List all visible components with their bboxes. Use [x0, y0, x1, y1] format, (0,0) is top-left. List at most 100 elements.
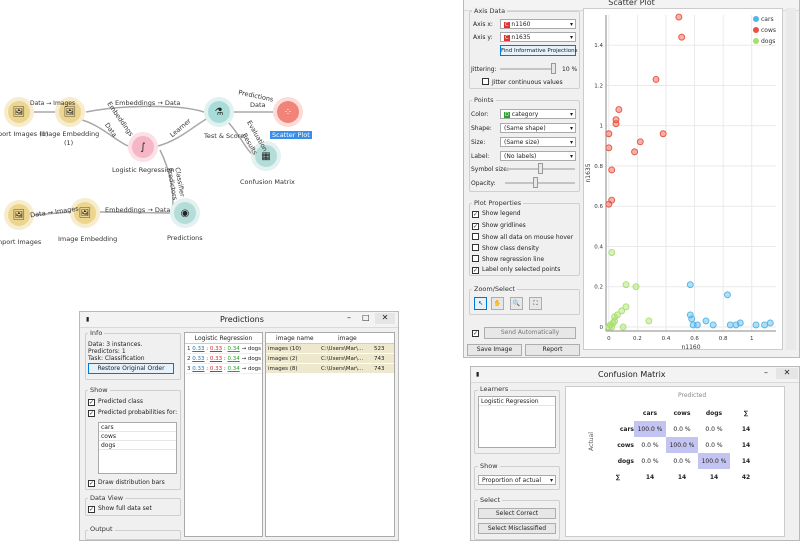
cars-data-point — [702, 317, 710, 325]
predictions-node[interactable]: ◉ — [170, 198, 200, 228]
axis-y-select[interactable]: C n1635 ▾ — [500, 32, 576, 42]
chevron-down-icon: ▾ — [569, 153, 573, 160]
jitter-continuous-checkbox[interactable]: Jitter continuous values — [482, 78, 563, 86]
send-automatically-button[interactable]: Send Automatically — [484, 327, 576, 339]
close-icon[interactable]: ✕ — [375, 313, 395, 324]
total-label: ∑ — [615, 473, 621, 481]
cars-data-point — [709, 321, 717, 329]
shape-select[interactable]: (Same shape) ▾ — [500, 123, 576, 133]
minimize-icon[interactable]: – — [347, 313, 351, 322]
list-item[interactable]: cows — [99, 432, 176, 441]
label-select[interactable]: (No labels) ▾ — [500, 151, 576, 161]
predictions-table[interactable]: Logistic Regression 1 0.33 : 0.33 : 0.34… — [184, 332, 263, 537]
data-table[interactable]: image name image images (10) C:\Users\Mar… — [265, 332, 395, 537]
chevron-down-icon: ▾ — [569, 139, 573, 146]
table-row[interactable]: images (8) C:\Users\Mar\... 743 — [266, 364, 394, 374]
pan-tool-button[interactable]: ✋ — [491, 297, 504, 310]
table-row[interactable]: 1 0.33 : 0.33 : 0.34 → dogs — [185, 344, 262, 354]
zoom-tool-button[interactable]: 🔍 — [510, 297, 523, 310]
close-icon[interactable]: ✕ — [776, 368, 798, 379]
table-cell: 743 — [374, 366, 385, 372]
checkbox-label: Show full data set — [98, 505, 152, 512]
checkbox-box: ✓ — [472, 223, 479, 230]
probability-value: 0.33 — [192, 366, 205, 372]
probability-value: 0.34 — [227, 366, 240, 372]
maximize-icon[interactable]: □ — [362, 313, 370, 322]
dogs-data-point — [608, 249, 616, 256]
matrix-cell: 100.0 % — [634, 421, 666, 437]
find-projections-button[interactable]: Find Informative Projections — [500, 45, 577, 56]
show-legend-checkbox[interactable]: ✓ Show legend — [472, 210, 521, 218]
checkbox-label: Show all data on mouse hover — [482, 234, 574, 241]
folder-image-icon-2: 🖼 — [8, 204, 30, 226]
checkbox-label: Show legend — [482, 210, 521, 217]
opacity-handle[interactable] — [533, 177, 538, 188]
color-label: Color: — [471, 111, 489, 118]
save-image-button[interactable]: Save Image — [467, 344, 522, 356]
table-row[interactable]: images (2) C:\Users\Mar\... 743 — [266, 354, 394, 364]
color-select[interactable]: D category ▾ — [500, 109, 576, 119]
learner-list[interactable]: Logistic Regression — [478, 396, 556, 448]
jitter-slider-handle[interactable] — [551, 63, 556, 74]
group-title: Info — [88, 329, 105, 337]
restore-order-button[interactable]: Restore Original Order — [88, 363, 174, 374]
cows-data-point — [659, 130, 667, 138]
legend-label-cars: cars — [761, 16, 774, 23]
checkbox-label: Show class density — [482, 245, 539, 252]
group-title: Show — [88, 386, 110, 394]
select-tool-button[interactable]: ↖ — [474, 297, 487, 310]
reset-zoom-button[interactable]: ⛶ — [529, 297, 542, 310]
x-tick-label: 0 — [607, 336, 611, 342]
label-selected-checkbox[interactable]: ✓ Label only selected points — [472, 266, 560, 274]
dogs-data-point — [632, 283, 640, 291]
scatter-scrollbar[interactable] — [786, 8, 796, 350]
table-row[interactable]: 3 0.33 : 0.33 : 0.34 → dogs — [185, 364, 262, 374]
logistic-regression-node[interactable]: ∫ — [128, 132, 158, 162]
distribution-bars-checkbox[interactable]: ✓ Draw distribution bars — [88, 479, 165, 487]
label-label: Label: — [471, 153, 490, 160]
row-header: cars — [619, 425, 634, 433]
y-tick-label: 0.6 — [594, 204, 603, 210]
confusion-title: Confusion Matrix — [598, 370, 666, 379]
scatter-plot-area[interactable]: 0 0.2 0.4 0.6 0.8 1 1.2 1.4 0 0.2 0.4 0.6 0.8 1 n1160 n… — [583, 8, 783, 350]
show-all-data-checkbox[interactable]: Show all data on mouse hover — [472, 233, 573, 241]
select-misclassified-button[interactable]: Select Misclassified — [478, 523, 556, 534]
select-correct-button[interactable]: Select Correct — [478, 508, 556, 519]
table-row[interactable]: 2 0.33 : 0.33 : 0.34 → dogs — [185, 354, 262, 364]
symbol-size-handle[interactable] — [538, 163, 543, 174]
checkbox-box: ✓ — [472, 330, 479, 337]
predicted-probs-checkbox[interactable]: ✓ Predicted probabilities for: — [88, 409, 177, 417]
show-gridlines-checkbox[interactable]: ✓ Show gridlines — [472, 222, 526, 230]
column-header[interactable]: image — [338, 333, 357, 344]
test-score-node[interactable]: ⚗ — [204, 97, 234, 127]
predicted-class: dogs — [247, 356, 262, 362]
predicted-class-checkbox[interactable]: ✓ Predicted class — [88, 398, 143, 406]
minimize-icon[interactable]: – — [764, 368, 768, 377]
jitter-slider-track[interactable] — [500, 68, 556, 70]
show-class-density-checkbox[interactable]: Show class density — [472, 244, 539, 252]
info-task: Task: Classification — [88, 355, 145, 362]
table-row[interactable]: images (10) C:\Users\Mar\... 523 — [266, 344, 394, 354]
column-header[interactable]: Logistic Regression — [185, 333, 262, 344]
list-item[interactable]: cars — [99, 423, 176, 432]
show-regression-line-checkbox[interactable]: Show regression line — [472, 255, 544, 263]
app-icon: ▮ — [86, 316, 90, 323]
list-item[interactable]: Logistic Regression — [479, 397, 555, 406]
scatter-plot-node[interactable]: ⁘ — [273, 97, 303, 127]
group-title: Zoom/Select — [472, 285, 517, 293]
list-item[interactable]: dogs — [99, 441, 176, 450]
opacity-slider[interactable] — [505, 182, 575, 184]
cows-data-point — [615, 106, 623, 114]
size-select[interactable]: (Same size) ▾ — [500, 137, 576, 147]
send-auto-checkbox[interactable]: ✓ — [472, 329, 482, 337]
predicted-axis-label: Predicted — [678, 392, 707, 399]
full-data-checkbox[interactable]: ✓ Show full data set — [88, 505, 152, 513]
report-button[interactable]: Report — [525, 344, 580, 356]
matrix-cell: 100.0 % — [698, 453, 730, 469]
checkbox-label: Show regression line — [482, 256, 545, 263]
x-axis-label: n1160 — [681, 344, 700, 350]
class-list[interactable]: cars cows dogs — [98, 422, 177, 474]
show-select[interactable]: Proportion of actual ▾ — [478, 475, 556, 485]
column-header[interactable]: image name — [276, 333, 314, 344]
axis-x-select[interactable]: C n1160 ▾ — [500, 19, 576, 29]
